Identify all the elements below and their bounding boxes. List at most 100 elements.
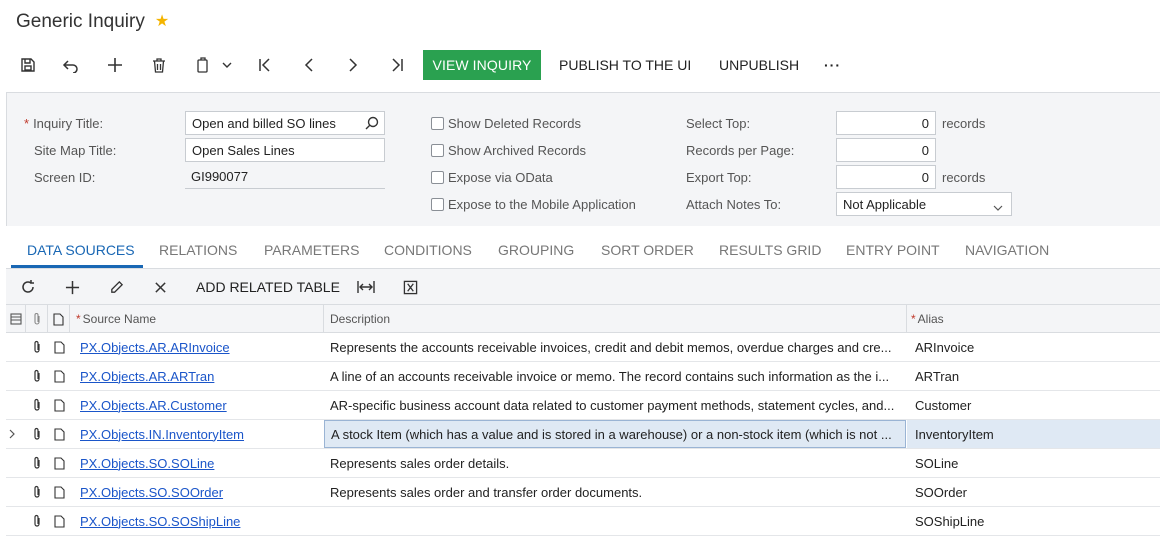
note-icon[interactable]: [49, 391, 69, 419]
records-per-page-input[interactable]: 0: [836, 138, 936, 162]
tab-grouping[interactable]: GROUPING: [498, 233, 574, 267]
add-row-icon[interactable]: [59, 274, 85, 300]
attach-notes-select[interactable]: Not Applicable: [836, 192, 1012, 216]
note-icon[interactable]: [49, 507, 69, 535]
description-cell[interactable]: A line of an accounts receivable invoice…: [324, 362, 906, 390]
source-name-header[interactable]: * Source Name: [70, 305, 324, 333]
source-name-link[interactable]: PX.Objects.SO.SOOrder: [80, 485, 223, 500]
tab-entry-point[interactable]: ENTRY POINT: [846, 233, 940, 267]
checkbox-box[interactable]: [431, 143, 444, 157]
expose-mobile-checkbox[interactable]: Expose to the Mobile Application: [431, 194, 636, 214]
source-name-link[interactable]: PX.Objects.AR.Customer: [80, 398, 227, 413]
description-header[interactable]: Description: [324, 305, 907, 333]
unpublish-button[interactable]: UNPUBLISH: [719, 50, 799, 80]
attachment-icon[interactable]: [27, 362, 47, 390]
alias-cell[interactable]: Customer: [907, 391, 1160, 419]
alias-header[interactable]: * Alias: [907, 305, 1160, 333]
delete-row-icon[interactable]: [147, 274, 173, 300]
refresh-icon[interactable]: [15, 274, 41, 300]
tab-navigation[interactable]: NAVIGATION: [965, 233, 1049, 267]
note-icon[interactable]: [49, 449, 69, 477]
first-record-icon[interactable]: [252, 50, 278, 80]
copy-paste-icon[interactable]: [190, 50, 216, 80]
inquiry-title-input[interactable]: Open and billed SO lines: [185, 111, 385, 135]
export-top-input[interactable]: 0: [836, 165, 936, 189]
alias-cell[interactable]: ARInvoice: [907, 333, 1160, 361]
description-cell[interactable]: [324, 507, 906, 535]
table-row[interactable]: PX.Objects.SO.SOShipLine SOShipLine: [6, 507, 1160, 536]
tab-data-sources[interactable]: DATA SOURCES: [27, 233, 135, 267]
note-header-icon[interactable]: [48, 305, 70, 333]
chevron-down-icon[interactable]: [214, 50, 240, 80]
row-selector-header-icon[interactable]: [6, 305, 26, 333]
attachment-icon[interactable]: [27, 420, 47, 448]
alias-cell[interactable]: SOLine: [907, 449, 1160, 477]
delete-icon[interactable]: [146, 50, 172, 80]
star-icon[interactable]: ★: [155, 14, 169, 30]
alias-header-label: Alias: [917, 312, 944, 326]
source-name-link[interactable]: PX.Objects.SO.SOShipLine: [80, 514, 240, 529]
table-row[interactable]: PX.Objects.IN.InventoryItem A stock Item …: [6, 420, 1160, 449]
add-icon[interactable]: [102, 50, 128, 80]
undo-icon[interactable]: [58, 50, 84, 80]
save-icon[interactable]: [15, 50, 41, 80]
description-cell[interactable]: Represents sales order details.: [324, 449, 906, 477]
description-cell[interactable]: Represents sales order and transfer orde…: [324, 478, 906, 506]
view-inquiry-button[interactable]: VIEW INQUIRY: [423, 50, 541, 80]
source-name-link[interactable]: PX.Objects.IN.InventoryItem: [80, 427, 244, 442]
attachment-icon[interactable]: [27, 449, 47, 477]
tab-sort-order[interactable]: SORT ORDER: [601, 233, 694, 267]
checkbox-box[interactable]: [431, 116, 444, 130]
show-archived-checkbox[interactable]: Show Archived Records: [431, 140, 586, 160]
attach-notes-value: Not Applicable: [843, 196, 927, 212]
note-icon[interactable]: [49, 362, 69, 390]
add-related-table-button[interactable]: ADD RELATED TABLE: [196, 269, 340, 305]
expose-odata-checkbox[interactable]: Expose via OData: [431, 167, 553, 187]
checkbox-box[interactable]: [431, 197, 444, 211]
note-icon[interactable]: [49, 478, 69, 506]
description-cell[interactable]: A stock Item (which has a value and is s…: [324, 420, 906, 448]
site-map-title-input[interactable]: Open Sales Lines: [185, 138, 385, 162]
export-excel-icon[interactable]: [397, 274, 423, 300]
table-row[interactable]: PX.Objects.SO.SOLine Represents sales ord…: [6, 449, 1160, 478]
source-name-link[interactable]: PX.Objects.SO.SOLine: [80, 456, 214, 471]
edit-icon[interactable]: [103, 274, 129, 300]
records-per-page-label: Records per Page:: [686, 142, 795, 158]
attachment-header-icon[interactable]: [26, 305, 48, 333]
table-row[interactable]: PX.Objects.AR.Customer AR-specific busine…: [6, 391, 1160, 420]
next-record-icon[interactable]: [340, 50, 366, 80]
tab-parameters[interactable]: PARAMETERS: [264, 233, 359, 267]
description-cell[interactable]: Represents the accounts receivable invoi…: [324, 333, 906, 361]
tab-results-grid[interactable]: RESULTS GRID: [719, 233, 821, 267]
tab-conditions[interactable]: CONDITIONS: [384, 233, 472, 267]
previous-record-icon[interactable]: [296, 50, 322, 80]
fit-columns-icon[interactable]: [353, 274, 379, 300]
attachment-icon[interactable]: [27, 333, 47, 361]
attach-notes-label: Attach Notes To:: [686, 196, 782, 212]
inquiry-title-label-text: Inquiry Title:: [33, 115, 104, 131]
note-icon[interactable]: [49, 333, 69, 361]
alias-cell[interactable]: InventoryItem: [907, 420, 1160, 448]
search-icon[interactable]: [365, 116, 379, 133]
checkbox-box[interactable]: [431, 170, 444, 184]
attachment-icon[interactable]: [27, 478, 47, 506]
alias-cell[interactable]: SOOrder: [907, 478, 1160, 506]
select-top-input[interactable]: 0: [836, 111, 936, 135]
attachment-icon[interactable]: [27, 391, 47, 419]
source-name-link[interactable]: PX.Objects.AR.ARInvoice: [80, 340, 230, 355]
show-deleted-checkbox[interactable]: Show Deleted Records: [431, 113, 581, 133]
tab-relations[interactable]: RELATIONS: [159, 233, 237, 267]
alias-cell[interactable]: ARTran: [907, 362, 1160, 390]
table-row[interactable]: PX.Objects.AR.ARTran A line of an account…: [6, 362, 1160, 391]
attachment-icon[interactable]: [27, 507, 47, 535]
alias-cell[interactable]: SOShipLine: [907, 507, 1160, 535]
last-record-icon[interactable]: [384, 50, 410, 80]
table-row[interactable]: PX.Objects.AR.ARInvoice Represents the ac…: [6, 333, 1160, 362]
publish-button[interactable]: PUBLISH TO THE UI: [559, 50, 691, 80]
note-icon[interactable]: [49, 420, 69, 448]
more-menu-icon[interactable]: ···: [824, 50, 841, 80]
description-cell[interactable]: AR-specific business account data relate…: [324, 391, 906, 419]
table-row[interactable]: PX.Objects.SO.SOOrder Represents sales or…: [6, 478, 1160, 507]
source-name-link[interactable]: PX.Objects.AR.ARTran: [80, 369, 214, 384]
source-name-cell: PX.Objects.SO.SOShipLine: [80, 507, 324, 535]
